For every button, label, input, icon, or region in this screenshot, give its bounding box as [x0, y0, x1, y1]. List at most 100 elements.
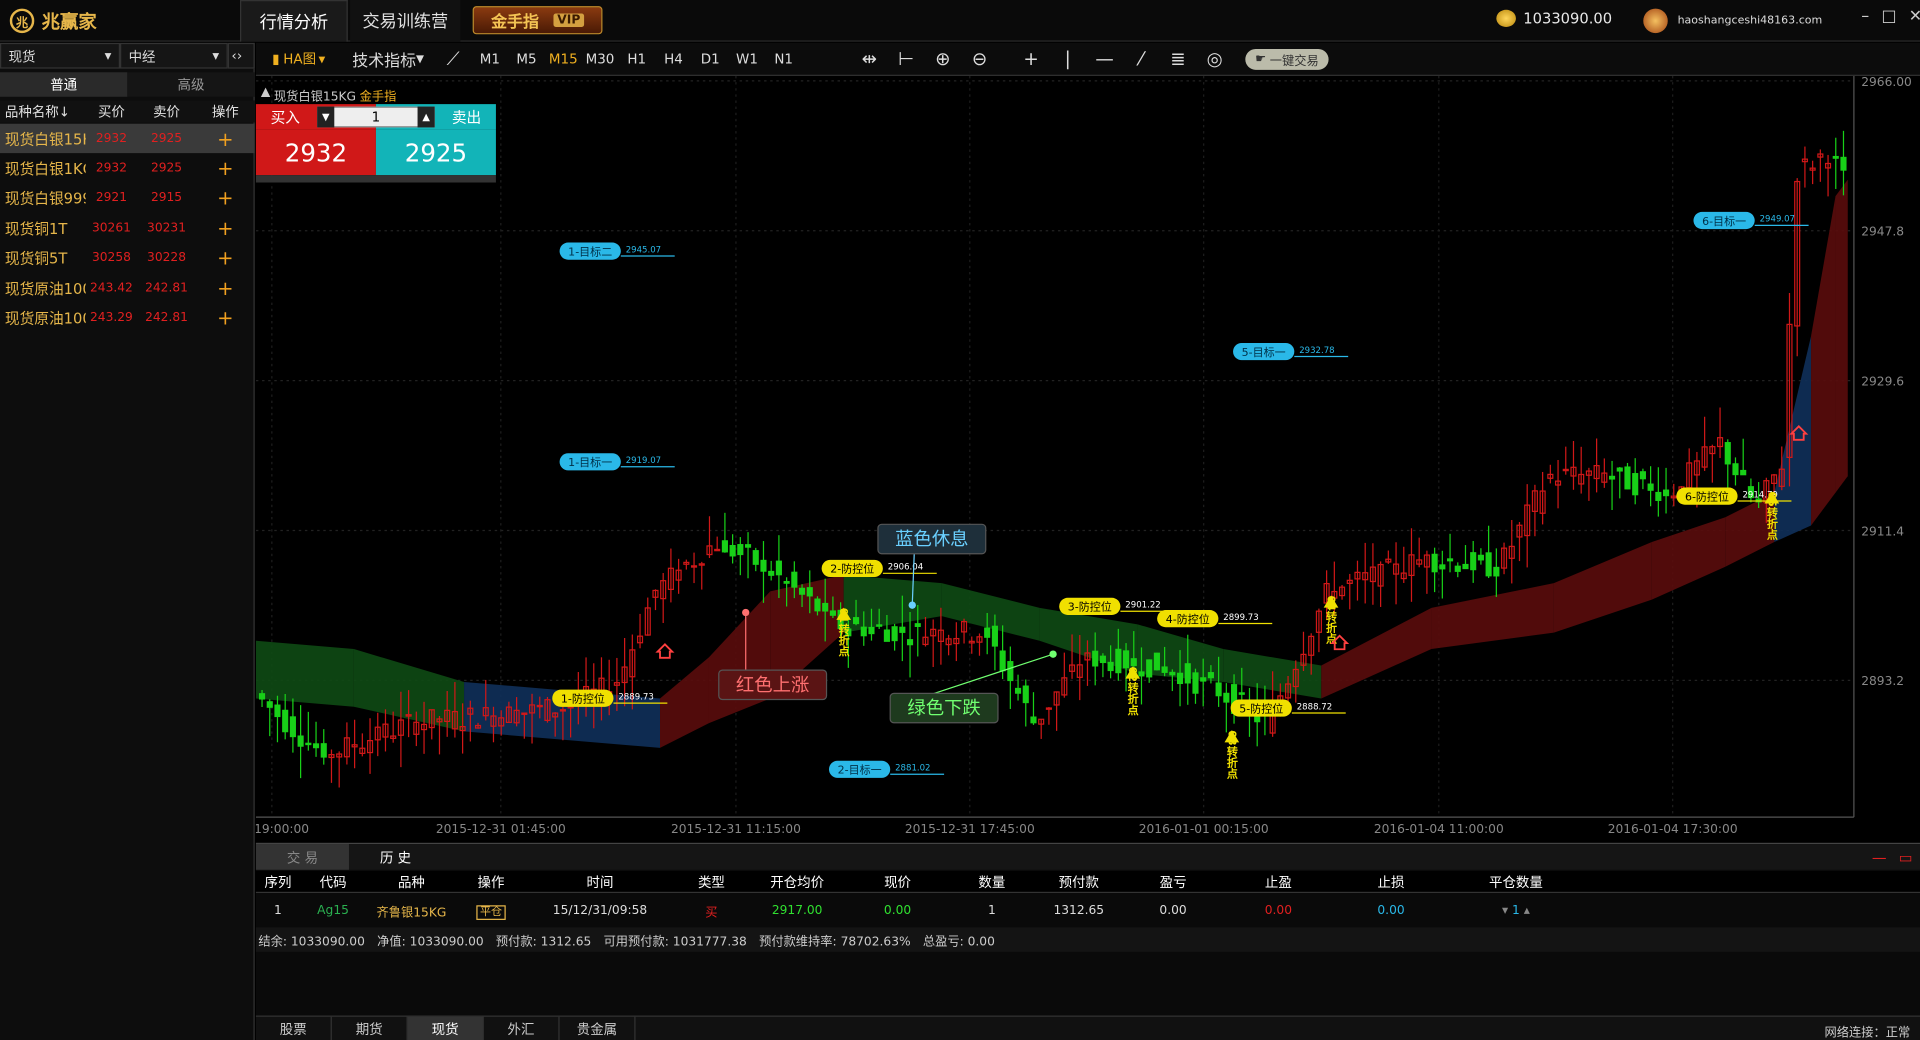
- add-icon[interactable]: +: [196, 157, 255, 180]
- maximize-icon[interactable]: □: [1881, 7, 1896, 25]
- period-m30[interactable]: M30: [582, 42, 619, 75]
- maximize-icon[interactable]: ▭: [1899, 848, 1913, 865]
- list-item[interactable]: 现货白银9995 2921 2915 +: [0, 184, 255, 213]
- add-icon[interactable]: +: [196, 127, 255, 150]
- list-item[interactable]: 现货原油1000 243.29 242.81 +: [0, 303, 255, 332]
- zoom-out-icon[interactable]: ⊖: [961, 42, 998, 75]
- add-icon[interactable]: +: [196, 246, 255, 269]
- buy-button[interactable]: 2932: [255, 129, 376, 176]
- turn-point-marker[interactable]: 03转折点: [1224, 730, 1240, 779]
- turn-point-marker[interactable]: 02转折点: [1125, 666, 1141, 716]
- period-m1[interactable]: M1: [471, 42, 508, 75]
- period-d1[interactable]: D1: [692, 42, 729, 75]
- candle-body: [876, 624, 883, 627]
- increase-icon[interactable]: ▲: [417, 106, 435, 128]
- period-m5[interactable]: M5: [508, 42, 545, 75]
- candle-body: [1639, 471, 1646, 480]
- cell-time: 15/12/31/09:58: [552, 903, 648, 917]
- chevron-up-icon[interactable]: ▴: [1520, 903, 1530, 916]
- col-name[interactable]: 品种名称↓: [0, 102, 86, 122]
- annotation-marker[interactable]: 4-防控位 2899.73: [1157, 610, 1273, 628]
- tab-normal[interactable]: 普通: [0, 72, 128, 97]
- quote-table-header: 品种名称↓ 买价 卖价 操作: [0, 100, 255, 123]
- add-icon[interactable]: +: [196, 276, 255, 299]
- period-w1[interactable]: W1: [729, 42, 766, 75]
- turn-point-marker[interactable]: 05转折点: [1764, 491, 1780, 541]
- minimize-icon[interactable]: —: [1872, 848, 1887, 865]
- annotation-marker[interactable]: 5-目标一 2932.78: [1233, 343, 1349, 361]
- annotation-marker[interactable]: 1-目标二 2945.07: [559, 242, 675, 260]
- list-item[interactable]: 现货白银15KG 2932 2925 +: [0, 123, 255, 154]
- period-n1[interactable]: N1: [765, 42, 802, 75]
- exchange-select[interactable]: 中经 ▾: [120, 42, 228, 69]
- crosshair-icon[interactable]: +: [1013, 42, 1050, 75]
- golden-finger-button[interactable]: 金手指 VIP: [472, 6, 603, 35]
- quote-name: 现货铜5T: [4, 250, 68, 268]
- period-m15[interactable]: M15: [545, 42, 582, 75]
- chevron-down-icon[interactable]: ▾: [1502, 903, 1512, 916]
- fibonacci-icon[interactable]: ≣: [1160, 42, 1197, 75]
- annotation-marker[interactable]: 2-目标一 2881.02: [828, 760, 945, 778]
- add-icon[interactable]: +: [196, 187, 255, 210]
- tab-market-analysis[interactable]: 行情分析: [240, 0, 348, 42]
- category-select[interactable]: 现货 ▾: [0, 42, 121, 69]
- period-h1[interactable]: H1: [618, 42, 655, 75]
- indicators-button[interactable]: 技术指标 ▾: [342, 42, 435, 75]
- one-click-trade-button[interactable]: ☛ 一键交易: [1245, 48, 1329, 70]
- decrease-icon[interactable]: ▼: [317, 106, 335, 128]
- market-tab[interactable]: 期货: [332, 1016, 408, 1040]
- add-icon[interactable]: +: [196, 306, 255, 329]
- tab-trade[interactable]: 交 易: [255, 844, 349, 870]
- panel-resize-handle[interactable]: [255, 175, 496, 183]
- trend-line-icon[interactable]: ⁄: [1123, 42, 1160, 75]
- list-item[interactable]: 现货铜5T 30258 30228 +: [0, 243, 255, 272]
- candle-body: [1238, 692, 1245, 695]
- list-item[interactable]: 现货原油100 243.42 242.81 +: [0, 273, 255, 302]
- turn-point-marker[interactable]: 04转折点: [1323, 595, 1339, 645]
- zoom-in-icon[interactable]: ⊕: [924, 42, 961, 75]
- close-icon[interactable]: ✕: [1909, 7, 1920, 25]
- annotation-marker[interactable]: 2-防控位 2906.04: [821, 559, 937, 577]
- panel-toggle-button[interactable]: ‹›: [227, 42, 255, 69]
- annotation-marker[interactable]: 3-防控位 2901.22: [1059, 597, 1175, 615]
- list-item[interactable]: 现货白银1KG 2932 2925 +: [0, 154, 255, 183]
- candlestick-chart[interactable]: 2966.00 2947.8 2929.6 2911.4 2893.2 30 19:00:…: [235, 75, 1920, 842]
- cell-name: 齐鲁银15KG: [376, 905, 447, 920]
- period-h4[interactable]: H4: [655, 42, 692, 75]
- circle-draw-icon[interactable]: ◎: [1196, 42, 1233, 75]
- tab-advanced[interactable]: 高级: [127, 72, 255, 97]
- tab-training-camp[interactable]: 交易训练营: [350, 0, 461, 42]
- minimize-icon[interactable]: –: [1861, 7, 1869, 25]
- quick-trade-panel: 买入 卖出 1 ▼ ▲ 2932 2925: [255, 104, 496, 183]
- horizontal-line-icon[interactable]: —: [1086, 42, 1123, 75]
- candle-body: [1146, 659, 1153, 678]
- axis-icon[interactable]: ⊢: [888, 42, 925, 75]
- collapse-icon[interactable]: ▲: [261, 86, 270, 104]
- col-buy: 买价: [97, 104, 125, 121]
- turn-point-marker[interactable]: 01转折点: [836, 607, 852, 657]
- annotation-marker[interactable]: 6-目标一 2949.07: [1693, 211, 1809, 230]
- market-tab[interactable]: 贵金属: [560, 1016, 636, 1040]
- tab-history[interactable]: 历 史: [349, 844, 442, 870]
- candle-body: [1431, 553, 1438, 573]
- table-row[interactable]: 1 Ag15 齐鲁银15KG 平仓 15/12/31/09:58 买 2917.00 0.00…: [256, 895, 1920, 924]
- line-chart-icon[interactable]: ⟋: [435, 42, 472, 75]
- list-item[interactable]: 现货铜1T 30261 30231 +: [0, 213, 255, 242]
- sell-button[interactable]: 2925: [375, 129, 496, 176]
- market-tab[interactable]: 股票: [256, 1016, 332, 1040]
- candle-body: [1092, 650, 1099, 667]
- cell-op[interactable]: 平仓: [457, 902, 526, 920]
- quote-name: 现货原油1000: [4, 309, 86, 327]
- market-tab[interactable]: 外汇: [484, 1016, 560, 1040]
- annotation-marker[interactable]: 5-防控位 2888.72: [1230, 699, 1346, 717]
- vertical-line-icon[interactable]: |: [1049, 42, 1086, 75]
- market-tab[interactable]: 现货: [407, 1016, 484, 1040]
- user-info[interactable]: haoshangceshi48163.com: [1643, 8, 1822, 34]
- quote-sell: 2925: [150, 161, 183, 176]
- close-position-button[interactable]: 平仓: [476, 904, 506, 920]
- annotation-marker[interactable]: 1-目标一 2919.07: [559, 453, 675, 471]
- price-chart[interactable]: 2966.00 2947.8 2929.6 2911.4 2893.2 30 19:00:…: [235, 75, 1920, 842]
- fit-width-icon[interactable]: ⇹: [851, 42, 888, 75]
- chart-type-button[interactable]: ▮ HA图 ▾: [256, 42, 342, 75]
- add-icon[interactable]: +: [196, 216, 255, 239]
